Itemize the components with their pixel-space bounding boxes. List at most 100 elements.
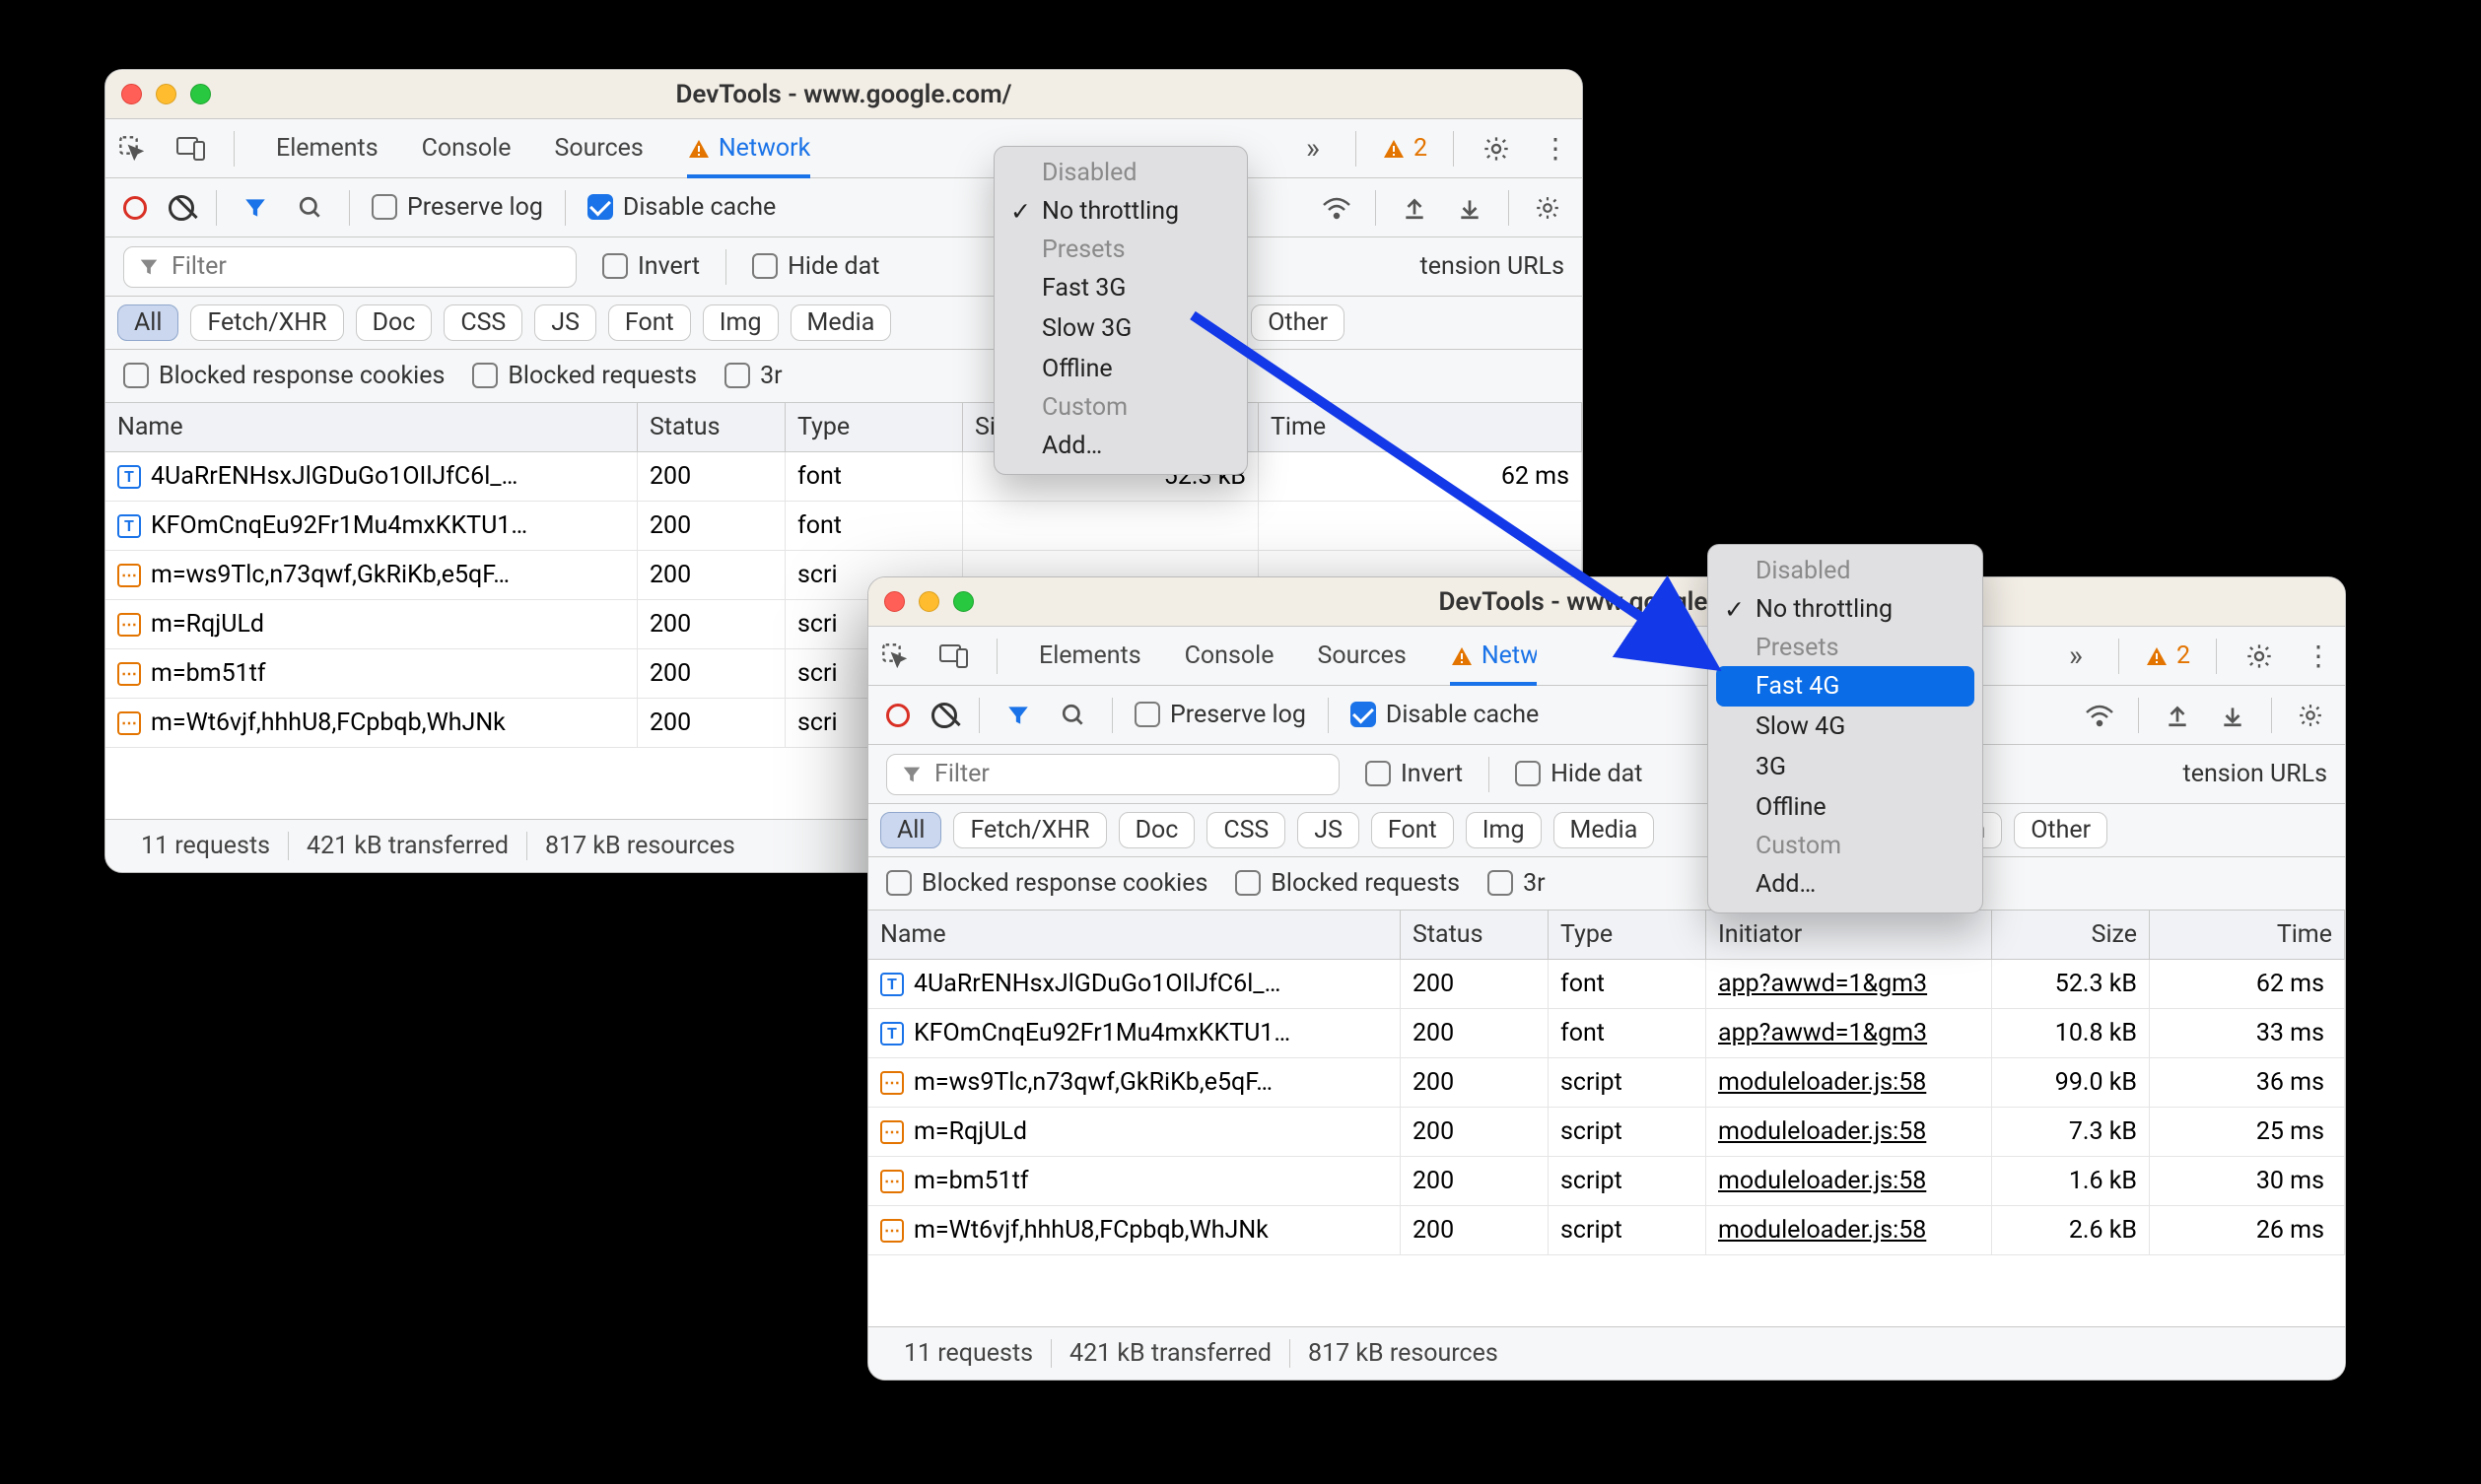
tab-sources[interactable]: Sources: [1317, 627, 1406, 685]
blocked-requests-checkbox[interactable]: Blocked requests: [1235, 869, 1460, 898]
request-initiator[interactable]: moduleloader.js:58: [1706, 1108, 1992, 1156]
col-type[interactable]: Type: [786, 403, 963, 451]
col-name[interactable]: Name: [105, 403, 638, 451]
chip-fetchxhr[interactable]: Fetch/XHR: [953, 812, 1106, 848]
col-type[interactable]: Type: [1549, 911, 1706, 959]
device-toolbar-icon[interactable]: [937, 640, 971, 673]
menu-offline[interactable]: Offline: [1708, 787, 1982, 828]
filter-toggle-icon[interactable]: [1001, 699, 1035, 732]
kebab-menu-icon[interactable]: ⋮: [1539, 132, 1572, 166]
hide-data-urls-checkbox[interactable]: Hide dat: [1515, 760, 1642, 788]
device-toolbar-icon[interactable]: [174, 132, 208, 166]
request-initiator[interactable]: moduleloader.js:58: [1706, 1058, 1992, 1107]
search-icon[interactable]: [294, 191, 327, 225]
menu-add[interactable]: Add…: [1708, 864, 1982, 905]
network-settings-gear-icon[interactable]: [2294, 699, 2327, 732]
wifi-icon[interactable]: [2083, 699, 2116, 732]
third-party-checkbox[interactable]: 3r: [724, 362, 783, 390]
upload-icon[interactable]: [1398, 191, 1431, 225]
filter-toggle-icon[interactable]: [239, 191, 272, 225]
upload-icon[interactable]: [2161, 699, 2194, 732]
download-icon[interactable]: [1453, 191, 1486, 225]
chip-fetchxhr[interactable]: Fetch/XHR: [190, 304, 343, 341]
col-size[interactable]: Size: [1992, 911, 2150, 959]
chip-font[interactable]: Font: [1371, 812, 1454, 848]
chip-img[interactable]: Img: [1466, 812, 1542, 848]
table-row[interactable]: ⋯m=RqjULd200scriptmoduleloader.js:587.3 …: [868, 1108, 2345, 1157]
request-initiator[interactable]: app?awwd=1&gm3: [1706, 1009, 1992, 1057]
filter-input[interactable]: Filter: [123, 246, 577, 288]
chip-font[interactable]: Font: [608, 304, 691, 341]
throttling-menu-before[interactable]: Disabled No throttling Presets Fast 3G S…: [994, 146, 1248, 475]
search-icon[interactable]: [1057, 699, 1090, 732]
tab-sources[interactable]: Sources: [554, 119, 643, 177]
chip-css[interactable]: CSS: [444, 304, 522, 341]
window-minimize-button[interactable]: [919, 591, 939, 612]
disable-cache-checkbox[interactable]: Disable cache: [1350, 701, 1539, 729]
preserve-log-checkbox[interactable]: Preserve log: [1135, 701, 1306, 729]
tab-console[interactable]: Console: [1185, 627, 1275, 685]
inspect-element-icon[interactable]: [115, 132, 149, 166]
window-close-button[interactable]: [121, 84, 142, 104]
chip-other[interactable]: Other: [2014, 812, 2107, 848]
chip-img[interactable]: Img: [703, 304, 779, 341]
table-row[interactable]: T4UaRrENHsxJlGDuGo1OIlJfC6l_…200fontapp?…: [868, 960, 2345, 1009]
table-row[interactable]: TKFOmCnqEu92Fr1Mu4mxKKTU1…200font: [105, 502, 1582, 551]
col-time[interactable]: Time: [2150, 911, 2345, 959]
settings-gear-icon[interactable]: [2242, 640, 2276, 673]
request-initiator[interactable]: moduleloader.js:58: [1706, 1157, 1992, 1205]
network-settings-gear-icon[interactable]: [1531, 191, 1564, 225]
chip-doc[interactable]: Doc: [1119, 812, 1196, 848]
window-close-button[interactable]: [884, 591, 905, 612]
blocked-response-cookies-checkbox[interactable]: Blocked response cookies: [123, 362, 445, 390]
menu-slow-3g[interactable]: Slow 3G: [995, 308, 1247, 349]
menu-3g[interactable]: 3G: [1708, 747, 1982, 787]
menu-no-throttling[interactable]: No throttling: [1708, 589, 1982, 630]
request-initiator[interactable]: moduleloader.js:58: [1706, 1206, 1992, 1254]
table-row[interactable]: ⋯m=ws9Tlc,n73qwf,GkRiKb,e5qF…200scriptmo…: [868, 1058, 2345, 1108]
settings-gear-icon[interactable]: [1480, 132, 1513, 166]
tab-network[interactable]: Network: [687, 119, 810, 177]
chip-all[interactable]: All: [117, 304, 178, 341]
tab-console[interactable]: Console: [422, 119, 512, 177]
wifi-icon[interactable]: [1320, 191, 1353, 225]
more-tabs-chevron-icon[interactable]: »: [2059, 640, 2093, 673]
menu-add[interactable]: Add…: [995, 426, 1247, 466]
chip-all[interactable]: All: [880, 812, 941, 848]
menu-fast-4g[interactable]: Fast 4G: [1716, 666, 1974, 707]
chip-doc[interactable]: Doc: [356, 304, 433, 341]
chip-js[interactable]: JS: [1297, 812, 1359, 848]
chip-other[interactable]: Other: [1251, 304, 1344, 341]
tab-elements[interactable]: Elements: [276, 119, 379, 177]
table-row[interactable]: T4UaRrENHsxJlGDuGo1OIlJfC6l_…200font52.3…: [105, 452, 1582, 502]
disable-cache-checkbox[interactable]: Disable cache: [587, 193, 776, 222]
table-row[interactable]: TKFOmCnqEu92Fr1Mu4mxKKTU1…200fontapp?aww…: [868, 1009, 2345, 1058]
invert-checkbox[interactable]: Invert: [602, 252, 700, 281]
blocked-requests-checkbox[interactable]: Blocked requests: [472, 362, 697, 390]
col-name[interactable]: Name: [868, 911, 1401, 959]
menu-offline[interactable]: Offline: [995, 349, 1247, 389]
kebab-menu-icon[interactable]: ⋮: [2302, 640, 2335, 673]
window-maximize-button[interactable]: [953, 591, 974, 612]
chip-css[interactable]: CSS: [1206, 812, 1285, 848]
col-status[interactable]: Status: [1401, 911, 1549, 959]
chip-media[interactable]: Media: [1553, 812, 1655, 848]
warnings-badge[interactable]: 2: [2145, 641, 2190, 670]
more-tabs-chevron-icon[interactable]: »: [1296, 132, 1330, 166]
menu-fast-3g[interactable]: Fast 3G: [995, 268, 1247, 308]
col-initiator[interactable]: Initiator: [1706, 911, 1992, 959]
third-party-checkbox[interactable]: 3r: [1487, 869, 1546, 898]
record-button[interactable]: [123, 196, 147, 220]
chip-media[interactable]: Media: [791, 304, 892, 341]
col-status[interactable]: Status: [638, 403, 786, 451]
warnings-badge[interactable]: 2: [1382, 134, 1427, 163]
hide-data-urls-checkbox[interactable]: Hide dat: [752, 252, 879, 281]
download-icon[interactable]: [2216, 699, 2249, 732]
table-row[interactable]: ⋯m=bm51tf200scriptmoduleloader.js:581.6 …: [868, 1157, 2345, 1206]
blocked-response-cookies-checkbox[interactable]: Blocked response cookies: [886, 869, 1207, 898]
invert-checkbox[interactable]: Invert: [1365, 760, 1463, 788]
col-time[interactable]: Time: [1259, 403, 1582, 451]
inspect-element-icon[interactable]: [878, 640, 912, 673]
tab-network[interactable]: Network: [1450, 627, 1537, 685]
table-row[interactable]: ⋯m=Wt6vjf,hhhU8,FCpbqb,WhJNk200scriptmod…: [868, 1206, 2345, 1255]
